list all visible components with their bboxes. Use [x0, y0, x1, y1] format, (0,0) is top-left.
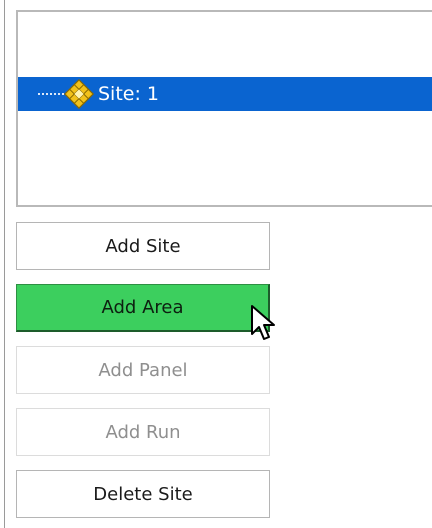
site-diamond-icon	[64, 79, 94, 109]
site-tree-view[interactable]: Site: 1	[16, 10, 432, 207]
tree-item-label: Site: 1	[98, 83, 160, 105]
mouse-pointer-icon	[251, 305, 275, 340]
add-panel-button[interactable]: Add Panel	[16, 346, 270, 394]
add-area-button[interactable]: Add Area	[16, 284, 270, 332]
add-run-button[interactable]: Add Run	[16, 408, 270, 456]
delete-site-button[interactable]: Delete Site	[16, 470, 270, 518]
tree-item-site-1[interactable]: Site: 1	[18, 77, 432, 111]
add-site-button[interactable]: Add Site	[16, 222, 270, 270]
tree-connector-line	[38, 93, 64, 95]
